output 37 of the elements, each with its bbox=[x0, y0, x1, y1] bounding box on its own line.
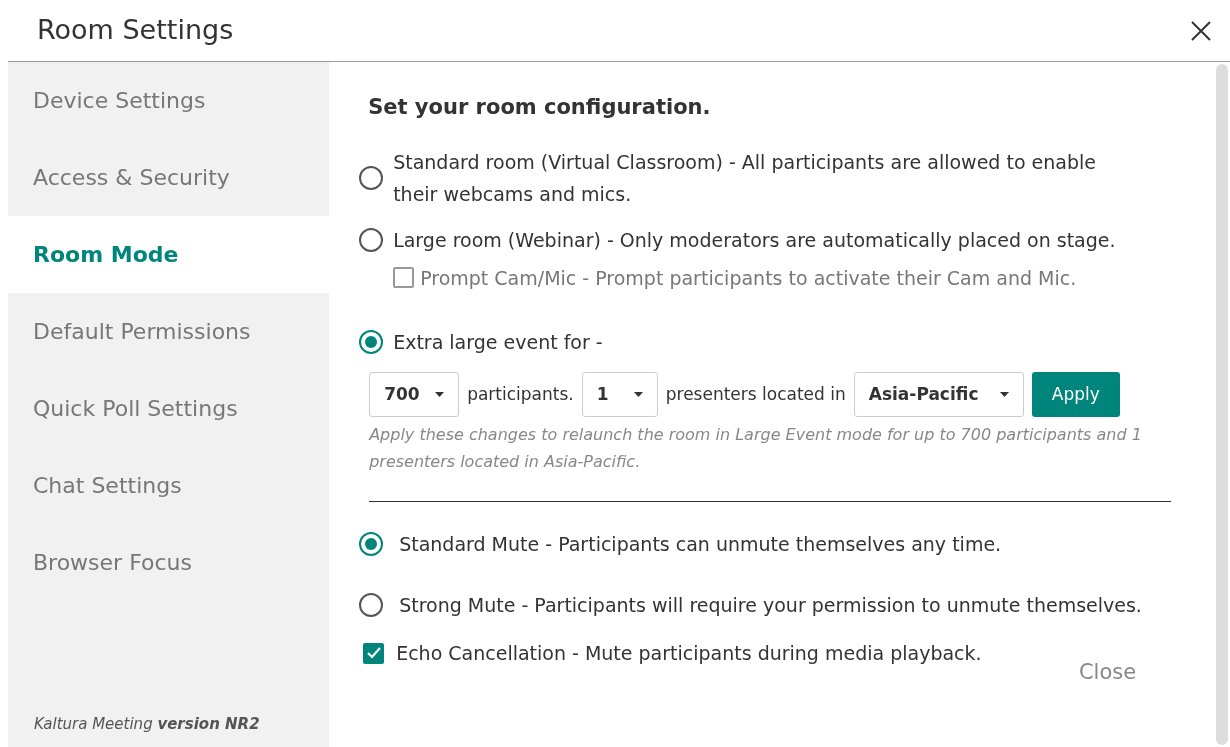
option-label: Extra large event for - bbox=[393, 330, 604, 355]
option-label: Strong Mute - Participants will require your permission to unmute themselves. bbox=[399, 592, 1142, 618]
close-icon[interactable] bbox=[1190, 19, 1212, 42]
sidebar-item[interactable]: Chat Settings bbox=[8, 447, 330, 524]
sidebar-item[interactable]: Access & Security bbox=[8, 139, 330, 216]
close-button[interactable]: Close bbox=[1078, 657, 1137, 689]
checkbox[interactable] bbox=[393, 267, 415, 289]
dropdown[interactable]: Asia-Pacific bbox=[853, 372, 1024, 417]
participants-label: participants. bbox=[467, 382, 574, 406]
option-label: Standard room (Virtual Classroom) - All participants are allowed to enable their webcams and mics. bbox=[393, 149, 1097, 207]
sidebar-item[interactable]: Quick Poll Settings bbox=[8, 370, 330, 447]
window-title: Room Settings bbox=[37, 13, 234, 48]
option-label: Echo Cancellation - Mute participants during media playback. bbox=[396, 641, 982, 666]
caret-icon bbox=[435, 392, 445, 397]
radio-button[interactable] bbox=[359, 165, 384, 190]
radio-button[interactable] bbox=[359, 227, 384, 252]
option-label: Prompt Cam/Mic - Prompt participants to activate their Cam and Mic. bbox=[420, 265, 1077, 291]
radio-button[interactable] bbox=[359, 330, 384, 354]
apply-note: Apply these changes to relaunch the room in Large Event mode for up to 700 participants and 1 presenters located in Asia-Pacific. bbox=[367, 424, 1143, 473]
option-label: Standard Mute - Participants can unmute themselves any time. bbox=[399, 532, 1002, 557]
caret-icon bbox=[633, 392, 643, 397]
dropdown[interactable]: 1 bbox=[581, 372, 658, 417]
scrollbar[interactable] bbox=[1216, 64, 1228, 745]
caret-icon bbox=[999, 392, 1009, 397]
sidebar-item[interactable]: Device Settings bbox=[8, 62, 330, 139]
option-label: Large room (Webinar) - Only moderators are automatically placed on stage. bbox=[393, 227, 1117, 253]
version-text: Kaltura Meeting version NR2 bbox=[33, 713, 261, 735]
sidebar-item[interactable]: Default Permissions bbox=[8, 293, 330, 370]
sidebar-item[interactable]: Browser Focus bbox=[8, 524, 330, 601]
section-heading: Set your room configuration. bbox=[367, 94, 712, 121]
radio-button[interactable] bbox=[359, 532, 384, 557]
checkbox[interactable] bbox=[363, 642, 385, 664]
sidebar-item[interactable]: Room Mode bbox=[8, 216, 330, 293]
apply-button[interactable]: Apply bbox=[1031, 372, 1120, 417]
dropdown[interactable]: 700 bbox=[369, 372, 460, 417]
radio-button[interactable] bbox=[359, 592, 384, 617]
presenters-label: presenters located in bbox=[665, 382, 846, 406]
